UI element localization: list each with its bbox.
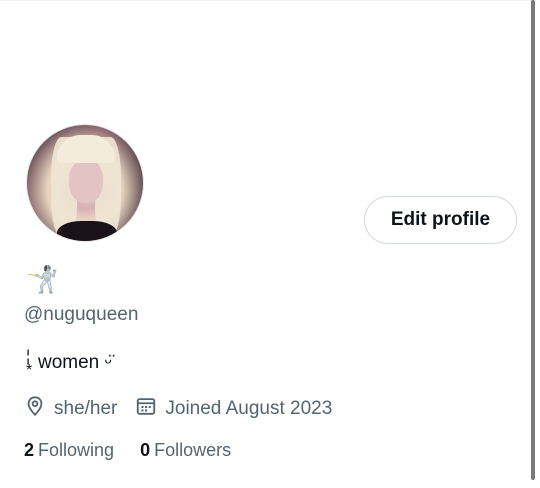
avatar-face — [69, 159, 103, 203]
display-name: 🤺 — [26, 264, 59, 294]
follow-stats: 2 Following 0 Followers — [24, 440, 231, 461]
location-pin-icon — [24, 395, 54, 423]
avatar[interactable] — [26, 124, 144, 242]
calendar-icon — [135, 395, 165, 423]
bio-text: women ᵕ̈ — [38, 352, 112, 373]
following-label: Following — [38, 440, 115, 460]
following-count: 2 — [24, 440, 35, 460]
join-date-text: Joined August 2023 — [165, 398, 333, 419]
scrollbar[interactable] — [531, 0, 535, 480]
edit-profile-button[interactable]: Edit profile — [364, 196, 517, 244]
followers-count: 0 — [140, 440, 151, 460]
following-link[interactable]: 2 Following — [24, 440, 114, 461]
followers-label: Followers — [154, 440, 232, 460]
profile-meta: she/her Joined August 2023 — [24, 395, 332, 423]
followers-link[interactable]: 0 Followers — [140, 440, 231, 461]
pronouns: she/her — [24, 395, 117, 423]
handle: @nuguqueen — [24, 304, 139, 325]
top-divider — [0, 0, 532, 1]
avatar-clothing — [57, 221, 117, 241]
avatar-bangs — [57, 135, 115, 163]
bio-marks: ¦ * — [26, 348, 33, 379]
join-date: Joined August 2023 — [135, 395, 332, 423]
pronouns-text: she/her — [54, 398, 118, 419]
